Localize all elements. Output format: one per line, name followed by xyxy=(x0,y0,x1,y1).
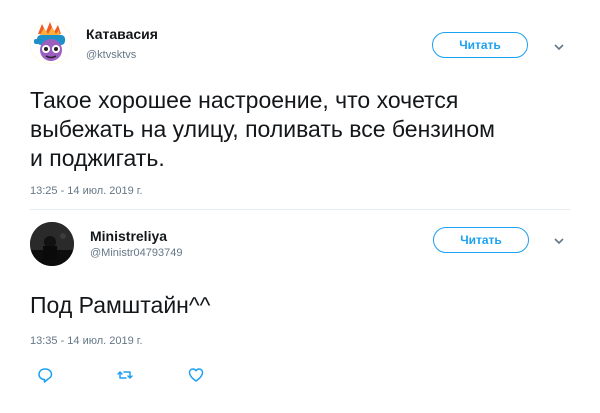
avatar-cat-icon xyxy=(30,22,72,64)
tweet-text: Такое хорошее настроение, что хочется вы… xyxy=(30,86,495,173)
chevron-down-icon[interactable] xyxy=(552,234,566,248)
author-name[interactable]: Ministreliya xyxy=(90,228,167,244)
tweet-text: Под Рамштайн^^ xyxy=(30,292,211,318)
tweet-text-line: выбежать на улицу, поливать все бензином xyxy=(30,116,495,142)
retweet-icon[interactable] xyxy=(116,366,134,384)
tweet-text-line: Такое хорошее настроение, что хочется xyxy=(30,87,459,113)
tweet-2: Ministreliya @Ministr04793749 Читать Под… xyxy=(0,205,600,413)
author-name[interactable]: Катавасия xyxy=(86,26,158,42)
like-icon[interactable] xyxy=(187,366,205,384)
avatar[interactable] xyxy=(30,22,72,64)
reply-icon[interactable] xyxy=(36,366,54,384)
author-handle[interactable]: @ktvsktvs xyxy=(86,49,136,61)
timestamp[interactable]: 13:25 - 14 июл. 2019 г. xyxy=(30,185,143,197)
chevron-down-icon[interactable] xyxy=(552,40,566,54)
avatar[interactable] xyxy=(30,222,74,266)
timestamp[interactable]: 13:35 - 14 июл. 2019 г. xyxy=(30,335,143,347)
tweet-1: Катавасия @ktvsktvs Читать Такое хорошее… xyxy=(0,0,600,205)
follow-button[interactable]: Читать xyxy=(433,227,529,253)
author-handle[interactable]: @Ministr04793749 xyxy=(90,247,183,259)
follow-button[interactable]: Читать xyxy=(432,32,528,58)
tweet-text-line: и поджигать. xyxy=(30,145,165,171)
avatar-photo-icon xyxy=(30,222,74,266)
